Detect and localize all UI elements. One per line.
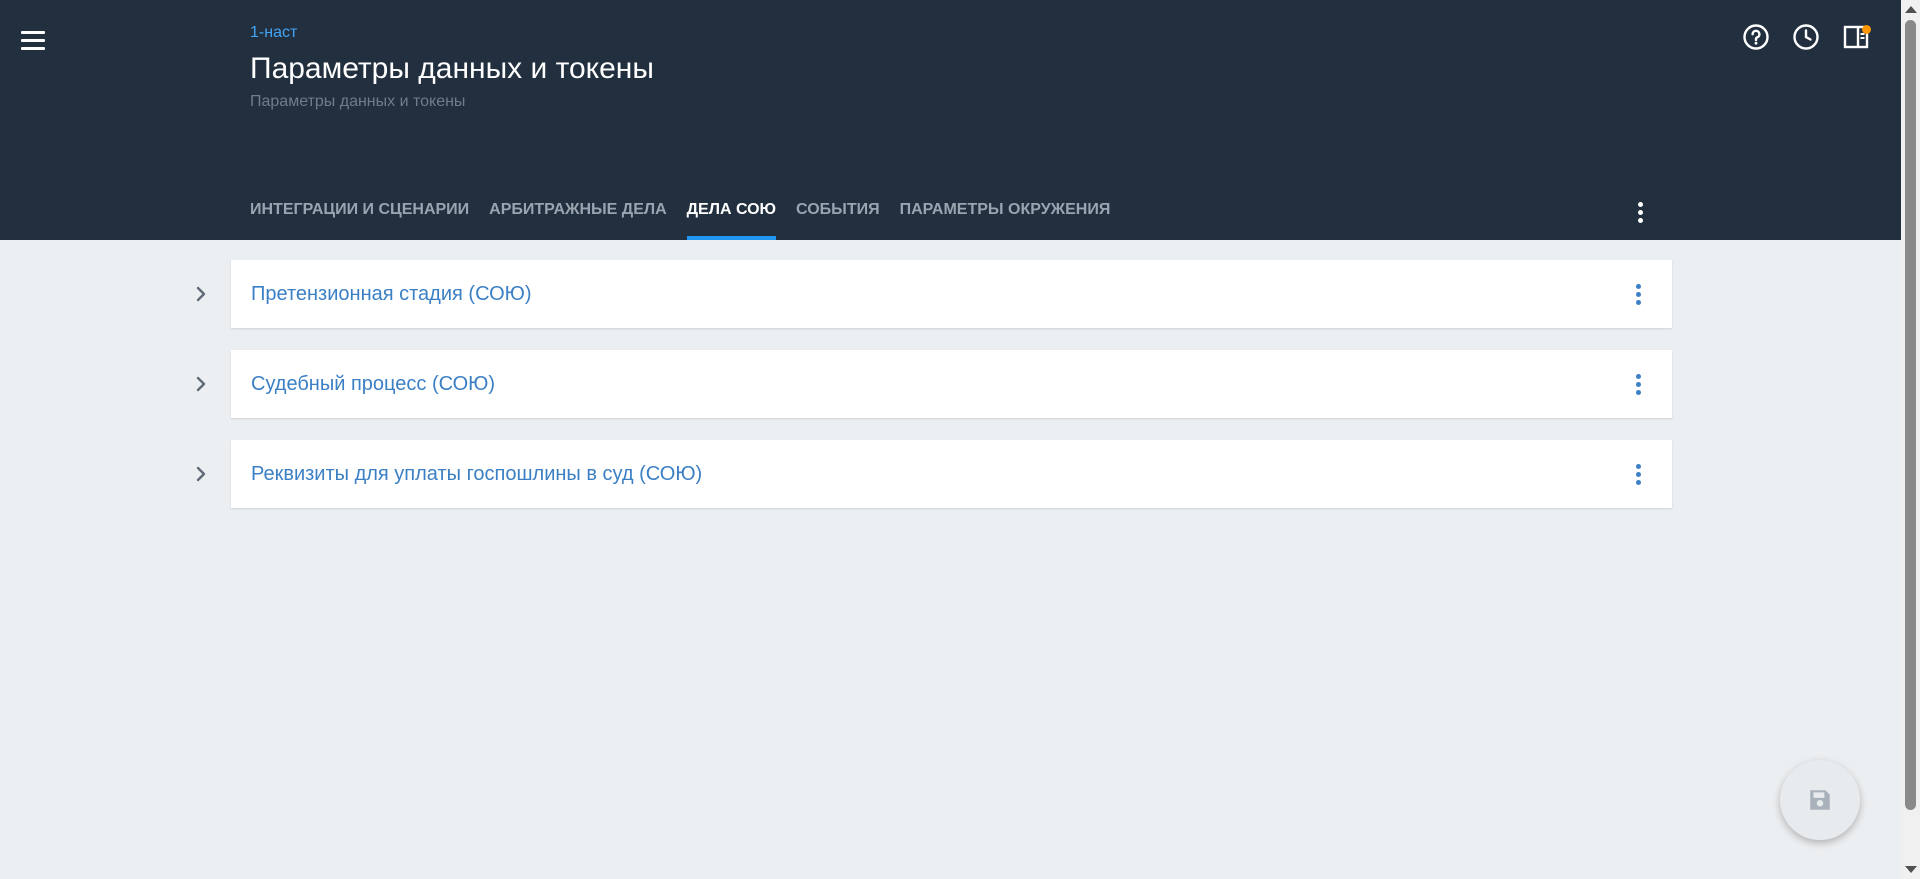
tab-integrations[interactable]: ИНТЕГРАЦИИ И СЦЕНАРИИ [250,188,479,240]
section-card: Реквизиты для уплаты госпошлины в суд (С… [231,440,1672,508]
section-row: Реквизиты для уплаты госпошлины в суд (С… [185,440,1672,508]
tabs-more-icon[interactable] [1624,196,1656,228]
chevron-right-icon[interactable] [185,260,217,328]
tab-environment-parameters[interactable]: ПАРАМЕТРЫ ОКРУЖЕНИЯ [890,188,1121,240]
page-title: Параметры данных и токены [250,52,654,85]
history-icon[interactable] [1791,22,1821,52]
menu-icon-bar [21,38,45,42]
section-card: Претензионная стадия (СОЮ) [231,260,1672,328]
page-subtitle: Параметры данных и токены [250,93,466,110]
chevron-right-icon[interactable] [185,440,217,508]
scroll-down-arrow[interactable] [1905,866,1917,873]
more-vert-icon[interactable] [1622,368,1654,400]
section-row: Претензионная стадия (СОЮ) [185,260,1672,328]
main-content: Претензионная стадия (СОЮ) Судебный проц… [0,240,1901,879]
app-header: 1-наст Параметры данных и токены Парамет… [0,0,1901,240]
section-card: Судебный процесс (СОЮ) [231,350,1672,418]
more-vert-icon[interactable] [1622,278,1654,310]
help-icon[interactable] [1741,22,1771,52]
tab-events[interactable]: СОБЫТИЯ [786,188,890,240]
section-title[interactable]: Судебный процесс (СОЮ) [251,350,495,418]
panel-icon[interactable] [1841,22,1871,52]
save-icon [1810,790,1830,810]
menu-button[interactable] [14,26,52,54]
section-row: Судебный процесс (СОЮ) [185,350,1672,418]
section-title[interactable]: Реквизиты для уплаты госпошлины в суд (С… [251,440,702,508]
breadcrumb[interactable]: 1-наст [250,24,297,42]
more-vert-icon[interactable] [1622,458,1654,490]
tab-arbitration-cases[interactable]: АРБИТРАЖНЫЕ ДЕЛА [479,188,676,240]
vertical-scrollbar[interactable] [1901,0,1920,879]
notification-dot [1862,25,1871,34]
scroll-thumb[interactable] [1905,20,1916,810]
tab-general-court-cases[interactable]: ДЕЛА СОЮ [677,188,786,240]
header-actions [1741,22,1871,52]
scroll-up-arrow[interactable] [1905,6,1917,13]
save-button[interactable] [1780,760,1860,840]
chevron-right-icon[interactable] [185,350,217,418]
menu-icon-bar [21,46,45,50]
tab-bar: ИНТЕГРАЦИИ И СЦЕНАРИИ АРБИТРАЖНЫЕ ДЕЛА Д… [250,188,1120,240]
section-title[interactable]: Претензионная стадия (СОЮ) [251,260,532,328]
menu-icon-bar [21,30,45,34]
